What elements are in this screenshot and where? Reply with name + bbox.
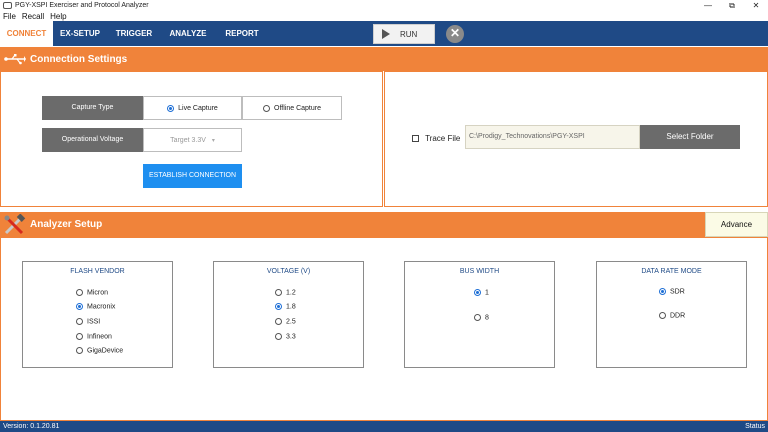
voltage-option-2-5[interactable]: 2.5 — [275, 318, 296, 325]
trace-file-checkbox[interactable] — [412, 135, 419, 143]
voltage-title: VOLTAGE (V) — [266, 268, 311, 275]
flash-vendor-option-gigadevice[interactable]: GigaDevice — [76, 347, 123, 354]
analyzer-setup-header: Analyzer Setup — [0, 212, 768, 237]
radio-button[interactable] — [76, 333, 83, 340]
run-button[interactable]: RUN — [373, 24, 435, 44]
offline-capture-option[interactable]: Offline Capture — [242, 96, 342, 120]
option-label: 3.3 — [286, 333, 296, 341]
tab-analyze[interactable]: ANALYZE — [161, 21, 215, 46]
trace-file-label: Trace File — [425, 134, 461, 143]
nav-bar: CONNECT EX-SETUP TRIGGER ANALYZE REPORT … — [0, 21, 768, 46]
option-label: Micron — [87, 289, 109, 297]
offline-capture-label: Offline Capture — [274, 104, 321, 112]
offline-capture-radio[interactable] — [263, 104, 271, 112]
option-label: 1 — [485, 289, 489, 297]
option-label: 1.8 — [286, 303, 296, 311]
restore-icon[interactable]: ⧉ — [720, 0, 744, 11]
window-controls: — ⧉ ✕ — [696, 0, 768, 11]
live-capture-label: Live Capture — [178, 104, 218, 112]
radio-button[interactable] — [474, 314, 481, 321]
flash-vendor-option-issi[interactable]: ISSI — [76, 318, 100, 325]
radio-button[interactable] — [659, 312, 666, 319]
run-label: RUN — [400, 29, 418, 39]
bus-width-title: BUS WIDTH — [459, 268, 500, 275]
radio-button[interactable] — [275, 289, 282, 296]
play-icon — [382, 29, 390, 39]
connection-settings-title: Connection Settings — [30, 53, 128, 65]
voltage-option-1-2[interactable]: 1.2 — [275, 289, 296, 296]
advance-settings-button[interactable]: Advance Settings — [705, 212, 768, 253]
minimize-icon[interactable]: — — [696, 0, 720, 11]
voltage-select-value: Target 3.3V — [170, 136, 206, 144]
option-label: 2.5 — [286, 318, 296, 326]
tab-connect[interactable]: CONNECT — [0, 21, 53, 46]
voltage-select[interactable]: Target 3.3V ▾ — [143, 128, 242, 152]
radio-button[interactable] — [76, 289, 83, 296]
data-rate-option-sdr[interactable]: SDR — [659, 288, 685, 295]
operational-voltage-label: Operational Voltage — [42, 128, 143, 152]
data-rate-mode-group: DATA RATE MODE SDR DDR — [596, 261, 747, 368]
establish-connection-button[interactable]: ESTABLISH CONNECTION — [143, 164, 242, 188]
window-title: PGY-XSPI Exerciser and Protocol Analyzer — [15, 2, 149, 9]
live-capture-radio[interactable] — [167, 104, 175, 112]
bus-width-group: BUS WIDTH 1 8 — [404, 261, 555, 368]
close-icon[interactable]: ✕ — [744, 0, 768, 11]
stop-icon[interactable]: ✕ — [446, 25, 464, 43]
option-label: DDR — [670, 312, 686, 320]
status-text: Status — [745, 423, 765, 430]
voltage-option-1-8[interactable]: 1.8 — [275, 303, 296, 310]
analyzer-setup-title: Analyzer Setup — [30, 219, 103, 230]
trace-path-input[interactable]: C:\Prodigy_Technovations\PGY-XSPI — [465, 125, 640, 149]
flash-vendor-group: FLASH VENDOR Micron Macronix ISSI Infine… — [22, 261, 173, 368]
flash-vendor-option-infineon[interactable]: Infineon — [76, 333, 112, 340]
tab-ex-setup[interactable]: EX-SETUP — [53, 21, 107, 46]
tab-report[interactable]: REPORT — [215, 21, 269, 46]
option-label: SDR — [670, 288, 685, 296]
bus-width-option-1[interactable]: 1 — [474, 289, 489, 296]
radio-button[interactable] — [275, 333, 282, 340]
radio-button[interactable] — [275, 303, 282, 310]
option-label: 8 — [485, 314, 489, 322]
version-text: Version: 0.1.20.81 — [3, 423, 60, 430]
flash-vendor-option-macronix[interactable]: Macronix — [76, 303, 115, 310]
flash-vendor-title: FLASH VENDOR — [70, 268, 125, 275]
option-label: ISSI — [87, 318, 101, 326]
radio-button[interactable] — [474, 289, 481, 296]
radio-button[interactable] — [659, 288, 666, 295]
chevron-down-icon: ▾ — [211, 137, 215, 144]
connection-settings-header: Connection Settings — [0, 47, 768, 71]
flash-vendor-option-micron[interactable]: Micron — [76, 289, 108, 296]
menu-bar: File Recall Help — [0, 11, 73, 21]
radio-button[interactable] — [275, 318, 282, 325]
radio-button[interactable] — [76, 303, 83, 310]
radio-button[interactable] — [76, 347, 83, 354]
voltage-option-3-3[interactable]: 3.3 — [275, 333, 296, 340]
capture-type-label: Capture Type — [42, 96, 143, 120]
option-label: GigaDevice — [87, 347, 124, 355]
status-bar: Version: 0.1.20.81 Status — [0, 421, 768, 432]
tab-trigger[interactable]: TRIGGER — [107, 21, 161, 46]
voltage-group: VOLTAGE (V) 1.2 1.8 2.5 3.3 — [213, 261, 364, 368]
menu-file[interactable]: File — [3, 12, 16, 21]
bus-width-option-8[interactable]: 8 — [474, 314, 489, 321]
option-label: Infineon — [87, 333, 112, 341]
tools-icon — [4, 213, 26, 234]
menu-recall[interactable]: Recall — [22, 12, 44, 21]
radio-button[interactable] — [76, 318, 83, 325]
data-rate-mode-title: DATA RATE MODE — [641, 268, 702, 275]
data-rate-option-ddr[interactable]: DDR — [659, 312, 685, 319]
option-label: Macronix — [87, 303, 116, 311]
app-icon — [3, 2, 12, 9]
usb-icon — [4, 54, 26, 65]
select-folder-button[interactable]: Select Folder — [640, 125, 740, 149]
trace-file-toggle[interactable]: Trace File — [412, 134, 460, 143]
live-capture-option[interactable]: Live Capture — [143, 96, 242, 120]
menu-help[interactable]: Help — [50, 12, 66, 21]
title-bar: PGY-XSPI Exerciser and Protocol Analyzer… — [0, 0, 768, 11]
option-label: 1.2 — [286, 289, 296, 297]
